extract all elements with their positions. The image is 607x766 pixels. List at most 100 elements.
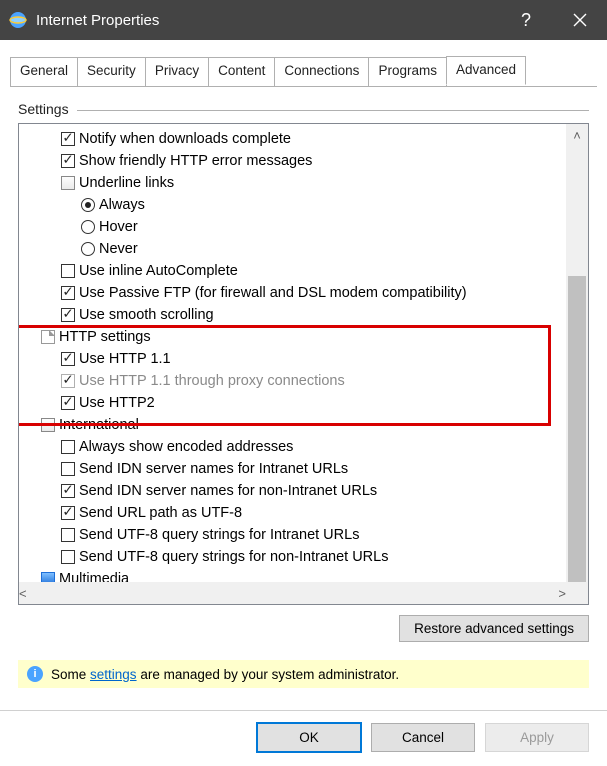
opt-label: Send IDN server names for non-Intranet U… bbox=[75, 483, 377, 499]
app-icon bbox=[8, 10, 28, 30]
tab-security[interactable]: Security bbox=[77, 57, 146, 86]
cat-http-settings[interactable]: HTTP settings bbox=[21, 326, 566, 348]
checkbox-icon bbox=[61, 352, 75, 366]
checkbox-icon bbox=[61, 550, 75, 564]
opt-label: Send IDN server names for Intranet URLs bbox=[75, 461, 348, 477]
radio-icon bbox=[81, 198, 95, 212]
opt-label: Use Passive FTP (for firewall and DSL mo… bbox=[75, 285, 467, 301]
opt-label: Use HTTP2 bbox=[75, 395, 155, 411]
settings-tree: Notify when downloads complete Show frie… bbox=[18, 123, 589, 605]
tab-general[interactable]: General bbox=[10, 57, 78, 86]
checkbox-icon bbox=[61, 506, 75, 520]
checkbox-icon bbox=[61, 528, 75, 542]
scroll-thumb[interactable] bbox=[27, 584, 559, 602]
scroll-track[interactable] bbox=[27, 582, 559, 604]
multimedia-icon bbox=[41, 572, 55, 582]
opt-http11-proxy: Use HTTP 1.1 through proxy connections bbox=[21, 370, 566, 392]
opt-friendly-http[interactable]: Show friendly HTTP error messages bbox=[21, 150, 566, 172]
opt-label: Notify when downloads complete bbox=[75, 131, 291, 147]
opt-label: Multimedia bbox=[55, 571, 129, 582]
titlebar: Internet Properties ? bbox=[0, 0, 607, 40]
admin-info-bar: i Some settings are managed by your syst… bbox=[18, 660, 589, 688]
cat-international[interactable]: International bbox=[21, 414, 566, 436]
settings-tree-scroll[interactable]: Notify when downloads complete Show frie… bbox=[19, 124, 566, 582]
chevron-left-icon: ˂ bbox=[19, 587, 27, 600]
ok-button[interactable]: OK bbox=[257, 723, 361, 752]
checkbox-icon bbox=[61, 308, 75, 322]
opt-label: HTTP settings bbox=[55, 329, 151, 345]
tab-connections[interactable]: Connections bbox=[274, 57, 369, 86]
info-text-prefix: Some bbox=[51, 667, 90, 682]
apply-button: Apply bbox=[485, 723, 589, 752]
tab-content-area: Settings Notify when downloads complete … bbox=[0, 87, 607, 698]
checkbox-icon bbox=[61, 462, 75, 476]
opt-underline-always[interactable]: Always bbox=[21, 194, 566, 216]
opt-idn-nonintranet[interactable]: Send IDN server names for non-Intranet U… bbox=[21, 480, 566, 502]
settings-link[interactable]: settings bbox=[90, 667, 137, 682]
checkbox-icon bbox=[61, 286, 75, 300]
scroll-left-button[interactable]: ˂ bbox=[19, 582, 27, 604]
opt-utf8-intranet[interactable]: Send UTF-8 query strings for Intranet UR… bbox=[21, 524, 566, 546]
window-title: Internet Properties bbox=[36, 12, 499, 29]
opt-label: Use HTTP 1.1 through proxy connections bbox=[75, 373, 345, 389]
opt-label: Send UTF-8 query strings for Intranet UR… bbox=[75, 527, 359, 543]
tab-content[interactable]: Content bbox=[208, 57, 275, 86]
opt-label: Use smooth scrolling bbox=[75, 307, 214, 323]
checkbox-icon bbox=[61, 484, 75, 498]
opt-http2[interactable]: Use HTTP2 bbox=[21, 392, 566, 414]
scroll-right-button[interactable]: ˃ bbox=[558, 582, 566, 604]
page-icon bbox=[41, 330, 55, 344]
opt-idn-intranet[interactable]: Send IDN server names for Intranet URLs bbox=[21, 458, 566, 480]
opt-show-encoded[interactable]: Always show encoded addresses bbox=[21, 436, 566, 458]
group-label-settings: Settings bbox=[18, 101, 77, 117]
group-divider bbox=[77, 110, 589, 111]
chevron-up-icon: ˄ bbox=[573, 129, 581, 142]
tab-advanced[interactable]: Advanced bbox=[446, 56, 526, 85]
opt-inline-autocomplete[interactable]: Use inline AutoComplete bbox=[21, 260, 566, 282]
close-button[interactable] bbox=[553, 0, 607, 40]
checkbox-icon bbox=[61, 154, 75, 168]
opt-label: Show friendly HTTP error messages bbox=[75, 153, 312, 169]
opt-smooth-scrolling[interactable]: Use smooth scrolling bbox=[21, 304, 566, 326]
info-text: Some settings are managed by your system… bbox=[51, 667, 399, 682]
chevron-right-icon: ˃ bbox=[558, 587, 566, 600]
opt-label: Hover bbox=[95, 219, 138, 235]
scroll-track[interactable] bbox=[566, 146, 588, 560]
tab-programs[interactable]: Programs bbox=[368, 57, 447, 86]
opt-label: Never bbox=[95, 241, 138, 257]
opt-notify-downloads[interactable]: Notify when downloads complete bbox=[21, 128, 566, 150]
tab-privacy[interactable]: Privacy bbox=[145, 57, 209, 86]
help-button[interactable]: ? bbox=[499, 0, 553, 40]
checkbox-icon bbox=[61, 396, 75, 410]
opt-label: Use HTTP 1.1 bbox=[75, 351, 171, 367]
radio-icon bbox=[81, 242, 95, 256]
opt-label: Underline links bbox=[75, 175, 174, 191]
scroll-thumb[interactable] bbox=[568, 276, 586, 596]
scroll-up-button[interactable]: ˄ bbox=[566, 124, 588, 146]
opt-utf8-nonintranet[interactable]: Send UTF-8 query strings for non-Intrane… bbox=[21, 546, 566, 568]
checkbox-icon bbox=[61, 374, 75, 388]
checkbox-icon bbox=[61, 132, 75, 146]
cat-underline-links[interactable]: Underline links bbox=[21, 172, 566, 194]
opt-label: Send UTF-8 query strings for non-Intrane… bbox=[75, 549, 388, 565]
info-icon: i bbox=[27, 666, 43, 682]
category-icon bbox=[41, 418, 55, 432]
opt-label: Send URL path as UTF-8 bbox=[75, 505, 242, 521]
opt-label: Use inline AutoComplete bbox=[75, 263, 238, 279]
scrollbar-corner bbox=[566, 582, 588, 604]
opt-http11[interactable]: Use HTTP 1.1 bbox=[21, 348, 566, 370]
opt-underline-never[interactable]: Never bbox=[21, 238, 566, 260]
radio-icon bbox=[81, 220, 95, 234]
opt-url-utf8[interactable]: Send URL path as UTF-8 bbox=[21, 502, 566, 524]
horizontal-scrollbar[interactable]: ˂ ˃ bbox=[19, 582, 566, 604]
cancel-button[interactable]: Cancel bbox=[371, 723, 475, 752]
opt-passive-ftp[interactable]: Use Passive FTP (for firewall and DSL mo… bbox=[21, 282, 566, 304]
opt-underline-hover[interactable]: Hover bbox=[21, 216, 566, 238]
checkbox-icon bbox=[61, 440, 75, 454]
opt-label: Always show encoded addresses bbox=[75, 439, 293, 455]
restore-advanced-button[interactable]: Restore advanced settings bbox=[399, 615, 589, 642]
tabs: General Security Privacy Content Connect… bbox=[0, 40, 607, 86]
checkbox-icon bbox=[61, 264, 75, 278]
cat-multimedia[interactable]: Multimedia bbox=[21, 568, 566, 582]
vertical-scrollbar[interactable]: ˄ ˅ bbox=[566, 124, 588, 582]
